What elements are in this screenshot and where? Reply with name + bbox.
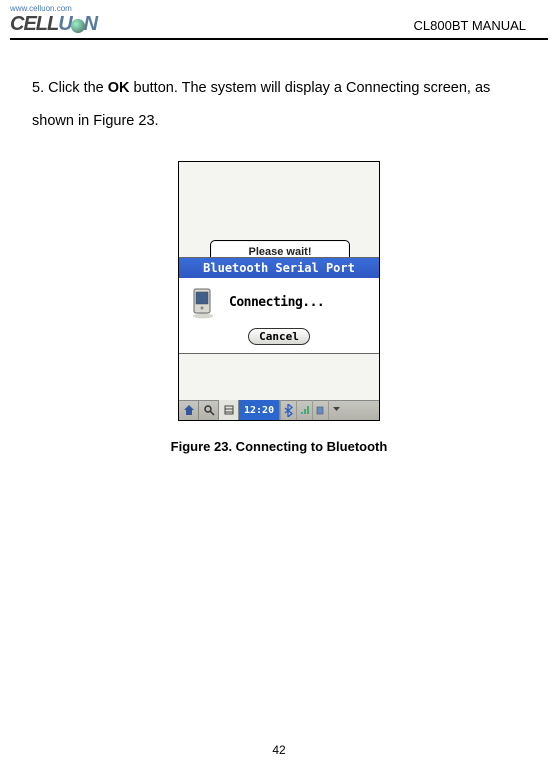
card-tray-icon[interactable] [312, 400, 328, 420]
cancel-button[interactable]: Cancel [248, 328, 310, 345]
instruction-prefix: 5. Click the [32, 80, 108, 96]
menu-button[interactable] [219, 400, 239, 420]
expand-tray-icon[interactable] [328, 400, 344, 420]
logo-text-left: CELL [10, 13, 58, 36]
logo-orb-icon [71, 19, 85, 33]
bluetooth-dialog: Bluetooth Serial Port Connecting... Canc… [179, 257, 379, 354]
taskbar: 12:20 [179, 400, 379, 420]
connecting-status: Connecting... [229, 295, 324, 310]
dialog-body: Connecting... [179, 278, 379, 326]
logo-text-right: N [84, 13, 97, 36]
instruction-text: 5. Click the OK button. The system will … [32, 72, 526, 139]
page-number: 42 [0, 743, 558, 757]
body-content: 5. Click the OK button. The system will … [0, 40, 558, 454]
taskbar-tray [280, 400, 379, 420]
search-button[interactable] [199, 400, 219, 420]
pda-device-icon [189, 286, 219, 320]
taskbar-clock[interactable]: 12:20 [239, 400, 280, 420]
dialog-button-row: Cancel [179, 326, 379, 353]
dialog-title: Bluetooth Serial Port [179, 258, 379, 278]
celluon-logo: CELL U N [10, 13, 97, 36]
device-screenshot: Please wait! Bluetooth Serial Port Conne… [178, 161, 380, 421]
page-header: www.celluon.com CELL U N CL800BT MANUAL [0, 0, 558, 38]
logo-block: www.celluon.com CELL U N [10, 4, 97, 36]
home-button[interactable] [179, 400, 199, 420]
figure-container: Please wait! Bluetooth Serial Port Conne… [32, 161, 526, 421]
bluetooth-tray-icon[interactable] [280, 400, 296, 420]
instruction-bold: OK [108, 80, 130, 96]
logo-url: www.celluon.com [10, 4, 97, 13]
logo-u-char: U [58, 13, 71, 36]
manual-title: CL800BT MANUAL [414, 18, 526, 36]
figure-caption: Figure 23. Connecting to Bluetooth [32, 439, 526, 454]
signal-tray-icon[interactable] [296, 400, 312, 420]
